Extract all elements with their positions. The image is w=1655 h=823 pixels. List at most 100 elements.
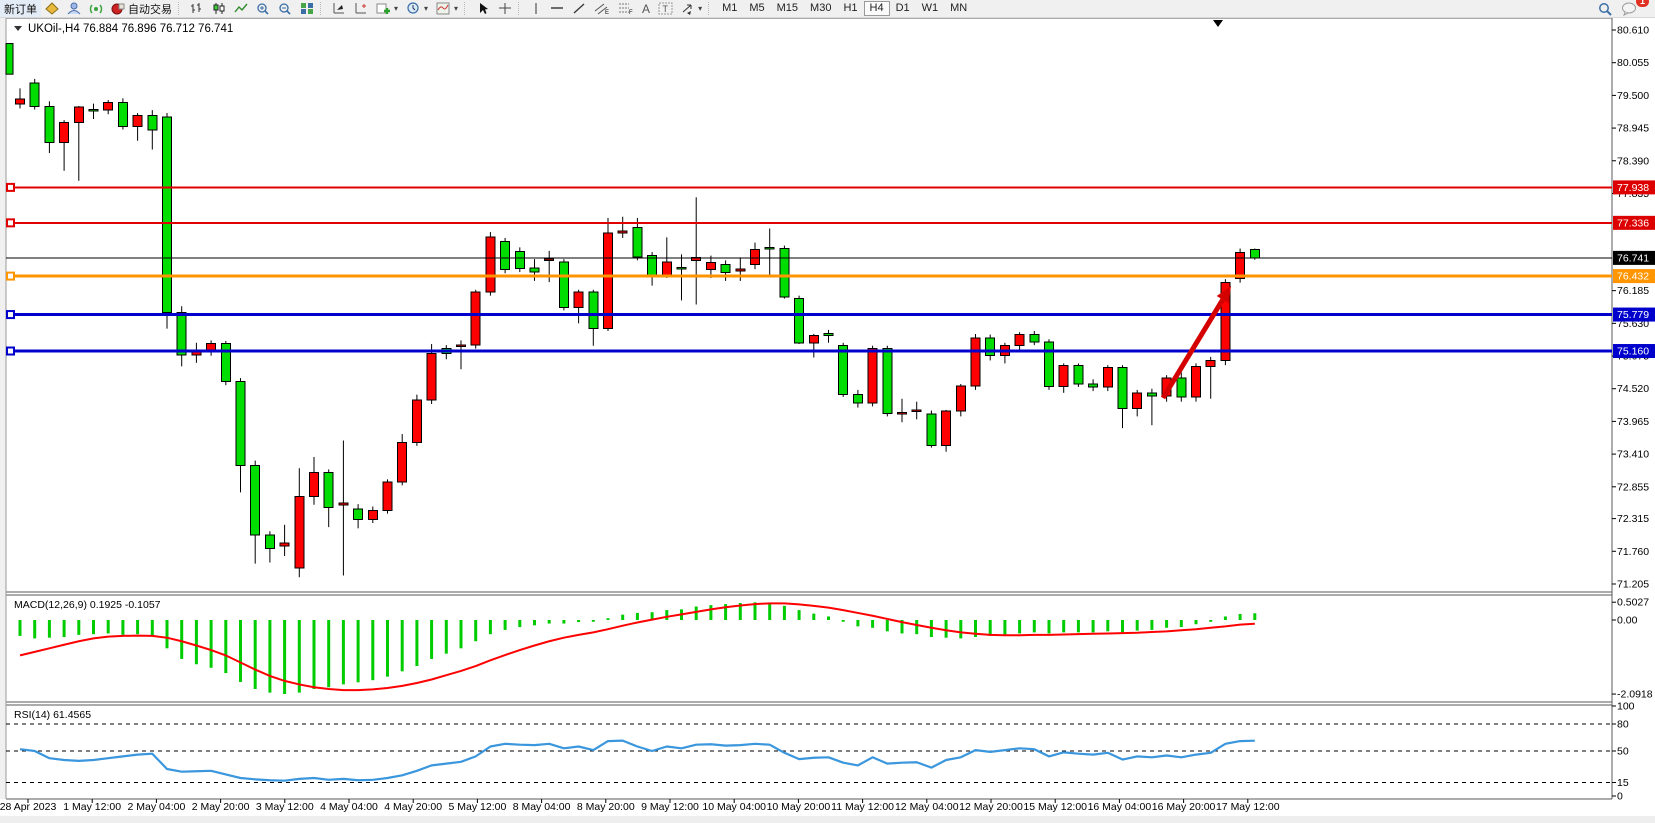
price-tick-label: 76.185 — [1617, 285, 1649, 297]
timeframe-M30[interactable]: M30 — [804, 1, 837, 16]
line-anchor-marker[interactable] — [7, 184, 14, 191]
price-tick-label: 71.205 — [1617, 578, 1649, 590]
period-clock-icon[interactable] — [402, 0, 432, 17]
fibonacci-icon[interactable]: F — [614, 0, 638, 17]
toolbar-separator — [464, 2, 470, 15]
main-toolbar: 新订单 自动交易 E F A T M1M5M15M30H1H4D1W1MN 1 — [0, 0, 1655, 18]
candle-body — [471, 292, 480, 345]
timeframe-H4[interactable]: H4 — [864, 1, 890, 16]
time-tick-label: 8 May 20:00 — [577, 801, 635, 813]
macd-axis-label: -2.0918 — [1617, 689, 1653, 701]
chat-button[interactable]: 1 — [1617, 0, 1641, 17]
line-anchor-marker[interactable] — [7, 311, 14, 318]
rsi-label: RSI(14) 61.4565 — [14, 709, 91, 721]
candle-body — [486, 237, 495, 292]
zoom-out-icon[interactable] — [274, 0, 296, 17]
user-profile-icon[interactable] — [63, 0, 85, 17]
time-tick-label: 4 May 20:00 — [384, 801, 442, 813]
candle-body — [236, 382, 245, 466]
time-tick-label: 2 May 04:00 — [128, 801, 186, 813]
candle-body — [574, 292, 583, 307]
price-badge-label: 77.336 — [1617, 217, 1649, 229]
candle-body — [1074, 366, 1083, 384]
candle-body — [721, 264, 730, 272]
candle-body — [310, 472, 319, 496]
toolbar-separator — [178, 2, 184, 15]
chart-canvas[interactable]: 80.61080.05579.50078.94578.39077.83576.1… — [0, 0, 1655, 823]
timeframe-bar: M1M5M15M30H1H4D1W1MN — [716, 1, 973, 16]
chart-background — [6, 18, 1655, 799]
timeframe-D1[interactable]: D1 — [890, 1, 916, 16]
bar-chart-icon[interactable] — [186, 0, 208, 17]
candle-body — [89, 110, 98, 112]
zoom-in-icon[interactable] — [252, 0, 274, 17]
price-tick-label: 73.410 — [1617, 449, 1649, 461]
timeframe-MN[interactable]: MN — [944, 1, 973, 16]
candle-body — [1192, 366, 1201, 397]
candle-body — [16, 99, 25, 104]
time-tick-label: 4 May 04:00 — [320, 801, 378, 813]
candle-body — [795, 299, 804, 343]
candlestick-chart-icon[interactable] — [208, 0, 230, 17]
vertical-line-icon[interactable] — [526, 0, 546, 17]
time-tick-label: 5 May 12:00 — [449, 801, 507, 813]
templates-icon[interactable] — [432, 0, 462, 17]
channel-icon[interactable]: E — [590, 0, 614, 17]
notification-badge: 1 — [1636, 0, 1649, 7]
timeframe-H1[interactable]: H1 — [837, 1, 863, 16]
svg-text:T: T — [663, 4, 669, 14]
time-tick-label: 28 Apr 2023 — [0, 801, 56, 813]
candle-body — [942, 411, 951, 445]
candle-body — [545, 259, 554, 261]
candle-body — [221, 343, 230, 381]
trendline-icon[interactable] — [568, 0, 590, 17]
chart-cursor-icon[interactable] — [328, 0, 350, 17]
shapes-icon[interactable] — [677, 0, 706, 17]
time-tick-label: 16 May 04:00 — [1088, 801, 1152, 813]
horizontal-line-icon[interactable] — [546, 0, 568, 17]
crosshair-icon[interactable] — [494, 0, 516, 17]
line-anchor-marker[interactable] — [7, 273, 14, 280]
line-anchor-marker[interactable] — [7, 348, 14, 355]
rsi-axis-label: 15 — [1617, 777, 1629, 789]
chart-cursor-plus-icon[interactable] — [350, 0, 372, 17]
text-tool-icon[interactable]: A — [638, 0, 654, 17]
timeframe-M1[interactable]: M1 — [716, 1, 743, 16]
candle-body — [780, 249, 789, 297]
candle-body — [853, 395, 862, 403]
toolbar-separator — [518, 2, 524, 15]
styler-bucket-icon[interactable] — [41, 0, 63, 17]
candle-body — [883, 349, 892, 414]
bottom-strip — [0, 816, 1655, 823]
search-icon[interactable] — [1594, 0, 1617, 17]
new-order-button[interactable]: 新订单 — [0, 0, 41, 17]
timeframe-M5[interactable]: M5 — [743, 1, 770, 16]
candle-body — [383, 482, 392, 511]
cursor-icon[interactable] — [472, 0, 494, 17]
candle-body — [809, 336, 818, 343]
time-tick-label: 3 May 12:00 — [256, 801, 314, 813]
tile-windows-icon[interactable] — [296, 0, 318, 17]
timeframe-W1[interactable]: W1 — [916, 1, 945, 16]
signal-icon[interactable] — [85, 0, 107, 17]
timeframe-M15[interactable]: M15 — [771, 1, 804, 16]
rsi-axis-label: 50 — [1617, 746, 1629, 758]
candle-body — [368, 511, 377, 520]
text-label-tool-icon[interactable]: T — [654, 0, 677, 17]
time-tick-label: 10 May 04:00 — [702, 801, 766, 813]
autotrading-button[interactable]: 自动交易 — [107, 0, 176, 17]
price-tick-label: 73.965 — [1617, 416, 1649, 428]
candle-body — [398, 442, 407, 481]
line-chart-icon[interactable] — [230, 0, 252, 17]
autotrading-label: 自动交易 — [128, 1, 172, 17]
candle-body — [839, 346, 848, 395]
price-badge-label: 75.160 — [1617, 346, 1649, 358]
candle-body — [706, 263, 715, 270]
line-anchor-marker[interactable] — [7, 219, 14, 226]
candle-body — [251, 465, 260, 535]
price-tick-label: 72.855 — [1617, 481, 1649, 493]
add-indicator-icon[interactable] — [372, 0, 402, 17]
price-tick-label: 78.945 — [1617, 123, 1649, 135]
candle-body — [177, 313, 186, 355]
candle-body — [339, 503, 348, 505]
